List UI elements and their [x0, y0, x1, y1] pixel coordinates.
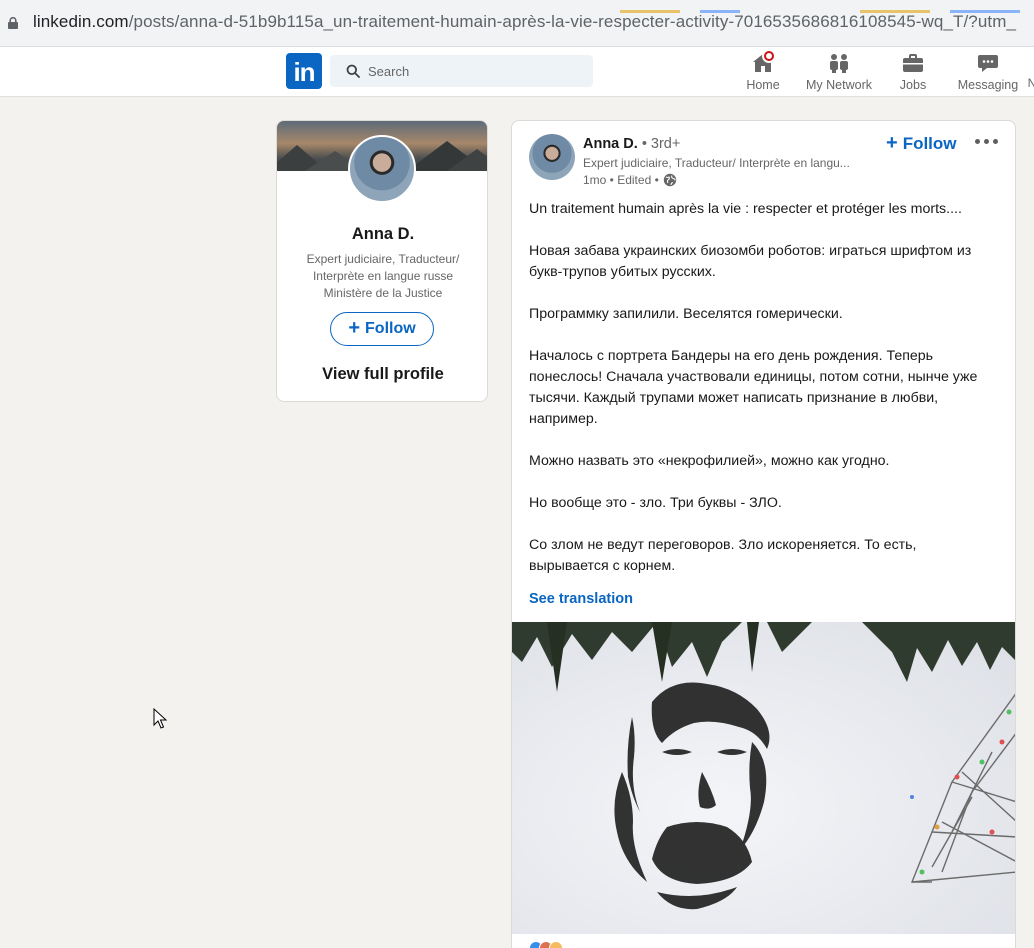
- reaction-icons[interactable]: [529, 941, 563, 948]
- nav-messaging[interactable]: Messaging: [957, 51, 1019, 95]
- snowy-portrait-photo: [512, 622, 1015, 910]
- avatar[interactable]: [348, 135, 416, 203]
- post-author-avatar[interactable]: [529, 134, 575, 180]
- nav-home[interactable]: Home: [740, 49, 786, 95]
- briefcase-icon: [903, 54, 923, 72]
- notification-badge: [762, 49, 776, 63]
- top-nav: in Home My Network Jobs: [0, 47, 1034, 97]
- insightful-reaction-icon: [549, 941, 563, 948]
- search-box[interactable]: [330, 55, 593, 87]
- post-author-name[interactable]: Anna D.: [583, 136, 638, 152]
- profile-follow-label: Follow: [365, 320, 416, 337]
- post-paragraph: Можно назвать это «некрофилией», можно к…: [529, 453, 890, 469]
- post-author-headline: Expert judiciaire, Traducteur/ Interprèt…: [583, 156, 850, 170]
- post-text: Un traitement humain après la vie : resp…: [529, 199, 999, 577]
- nav-my-network-label: My Network: [806, 78, 872, 92]
- post-meta: 1mo • Edited •: [583, 173, 677, 187]
- post-follow-button[interactable]: + Follow: [886, 132, 957, 156]
- more-options-icon[interactable]: [975, 139, 999, 147]
- nav-home-label: Home: [746, 78, 780, 92]
- plus-icon: +: [886, 132, 898, 154]
- mouse-cursor-icon: [153, 708, 167, 729]
- post-card: Anna D. • 3rd+ Expert judiciaire, Traduc…: [511, 120, 1016, 948]
- nav-messaging-label: Messaging: [957, 78, 1019, 92]
- nav-notifications-cut[interactable]: N: [1027, 76, 1034, 120]
- see-translation-link[interactable]: See translation: [529, 591, 633, 607]
- messaging-icon: [978, 55, 998, 72]
- post-meta-text: 1mo • Edited •: [583, 173, 659, 187]
- nav-my-network[interactable]: My Network: [803, 51, 875, 95]
- lock-icon: [8, 17, 18, 29]
- connection-degree: • 3rd+: [641, 136, 681, 152]
- profile-name[interactable]: Anna D.: [277, 225, 487, 244]
- search-icon: [346, 64, 360, 78]
- post-image[interactable]: [512, 622, 1015, 934]
- globe-icon: [663, 173, 676, 187]
- search-input[interactable]: [368, 55, 588, 87]
- nav-notifications-label: N: [1027, 76, 1034, 90]
- profile-follow-button[interactable]: + Follow: [330, 312, 434, 346]
- nav-jobs[interactable]: Jobs: [896, 51, 930, 95]
- profile-card: Anna D. Expert judiciaire, Traducteur/ I…: [276, 120, 488, 402]
- linkedin-logo[interactable]: in: [286, 53, 322, 89]
- view-full-profile-link[interactable]: View full profile: [277, 365, 487, 384]
- post-paragraph: Новая забава украинских биозомби роботов…: [529, 243, 972, 280]
- post-author[interactable]: Anna D. • 3rd+: [583, 136, 680, 152]
- network-icon: [830, 54, 848, 73]
- plus-icon: +: [348, 317, 361, 339]
- nav-jobs-label: Jobs: [899, 78, 927, 92]
- post-follow-label: Follow: [902, 134, 957, 153]
- browser-address-bar[interactable]: linkedin.com/posts/anna-d-51b9b115a_un-t…: [0, 0, 1034, 47]
- profile-headline: Expert judiciaire, Traducteur/ Interprèt…: [306, 252, 460, 300]
- tab-strip-accent: [0, 0, 1034, 13]
- post-paragraph: Но вообще это - зло. Три буквы - ЗЛО.: [529, 495, 782, 511]
- post-paragraph: Программку запилили. Веселятся гомеричес…: [529, 306, 843, 322]
- url-text[interactable]: linkedin.com/posts/anna-d-51b9b115a_un-t…: [33, 12, 1016, 32]
- post-paragraph: Un traitement humain après la vie : resp…: [529, 201, 962, 217]
- post-paragraph: Началось с портрета Бандеры на его день …: [529, 348, 978, 427]
- post-paragraph: Со злом не ведут переговоров. Зло искоре…: [529, 537, 917, 574]
